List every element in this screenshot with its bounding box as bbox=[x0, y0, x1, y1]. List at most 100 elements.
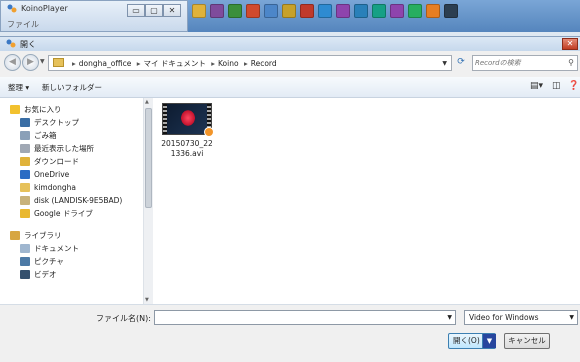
window-controls: ▭ ▢ ✕ bbox=[127, 4, 181, 17]
network-drive-icon bbox=[20, 195, 30, 205]
toolbar-icon-6[interactable] bbox=[282, 4, 296, 18]
scroll-up-icon[interactable]: ▲ bbox=[145, 99, 149, 105]
toolbar-icon-4[interactable] bbox=[246, 4, 260, 18]
nav-item-label: お気に入り bbox=[24, 104, 62, 114]
breadcrumb: ▸ dongha_office ▸ マイ ドキュメント ▸ Koino ▸ Record bbox=[72, 59, 277, 68]
toolbar-icons bbox=[192, 4, 458, 18]
nav-item-label: ピクチャ bbox=[34, 256, 64, 266]
folder-icon bbox=[20, 182, 30, 192]
videos-icon bbox=[20, 269, 30, 279]
view-options-icon[interactable]: ▤▾ bbox=[530, 81, 543, 91]
toolbar-icon-10[interactable] bbox=[354, 4, 368, 18]
dialog-logo-icon bbox=[6, 39, 16, 48]
dialog-titlebar: 開く ✕ bbox=[0, 37, 580, 51]
filename-field: ▼ bbox=[154, 310, 456, 325]
downloads-icon bbox=[20, 156, 30, 166]
star-icon bbox=[10, 104, 20, 114]
onedrive-icon bbox=[20, 169, 30, 179]
nav-item-label: kimdongha bbox=[34, 182, 76, 192]
search-input[interactable] bbox=[475, 57, 565, 69]
nav-item-downloads[interactable]: ダウンロード bbox=[20, 155, 79, 167]
toolbar-icon-11[interactable] bbox=[372, 4, 386, 18]
app-toolbar bbox=[188, 0, 580, 32]
help-icon[interactable]: ❓ bbox=[568, 81, 579, 91]
open-button[interactable]: 開く(O) ▼ bbox=[448, 333, 496, 349]
nav-item-label: ビデオ bbox=[34, 269, 57, 279]
toolbar-icon-9[interactable] bbox=[336, 4, 350, 18]
filename-label: ファイル名(N): bbox=[96, 314, 151, 323]
command-bar: 整理 ▾ 新しいフォルダー ▤▾ ◫ ❓ bbox=[0, 77, 580, 98]
address-dropdown-icon[interactable]: ▼ bbox=[442, 60, 447, 67]
nav-item-desktop[interactable]: デスクトップ bbox=[20, 116, 79, 128]
crumb-dongha-office[interactable]: dongha_office bbox=[79, 59, 132, 68]
minimize-button[interactable]: ▭ bbox=[127, 4, 145, 17]
close-app-button[interactable]: ✕ bbox=[163, 4, 181, 17]
dialog-title: 開く bbox=[20, 40, 36, 49]
maximize-button[interactable]: ▢ bbox=[145, 4, 163, 17]
new-folder-button[interactable]: 新しいフォルダー bbox=[42, 82, 102, 93]
nav-item-label: disk (LANDISK-9E5BAD) bbox=[34, 195, 123, 205]
nav-item-folder[interactable]: kimdongha bbox=[20, 181, 76, 193]
navigation-pane: お気に入りデスクトップ ごみ箱最近表示した場所 ダウンロード OneDrive kimd… bbox=[0, 98, 153, 304]
toolbar-icon-14[interactable] bbox=[426, 4, 440, 18]
nav-item-onedrive[interactable]: OneDrive bbox=[20, 168, 69, 180]
desktop-icon bbox=[20, 117, 30, 127]
toolbar-icon-13[interactable] bbox=[408, 4, 422, 18]
address-bar[interactable]: ▸ dongha_office ▸ マイ ドキュメント ▸ Koino ▸ Record… bbox=[48, 55, 452, 71]
play-badge-icon bbox=[204, 127, 214, 137]
toolbar-icon-7[interactable] bbox=[300, 4, 314, 18]
crumb-my-documents[interactable]: マイ ドキュメント bbox=[143, 59, 205, 68]
menu-file[interactable]: ファイル bbox=[7, 19, 39, 30]
nav-item-libraries[interactable]: ライブラリ bbox=[10, 229, 62, 241]
refresh-button[interactable]: ⟳ bbox=[454, 55, 468, 71]
libraries-icon bbox=[10, 230, 20, 240]
toolbar-icon-15[interactable] bbox=[444, 4, 458, 18]
nav-item-label: デスクトップ bbox=[34, 117, 79, 127]
nav-item-videos[interactable]: ビデオ bbox=[20, 268, 57, 280]
open-options-dropdown-icon[interactable]: ▼ bbox=[482, 334, 496, 348]
recent-pages-dropdown-icon[interactable]: ▼ bbox=[40, 58, 45, 65]
filetype-select[interactable]: Video for Windows ▼ bbox=[464, 310, 578, 325]
cancel-button[interactable]: キャンセル bbox=[504, 333, 550, 349]
nav-item-star[interactable]: お気に入り bbox=[10, 103, 62, 115]
app-logo-icon bbox=[7, 4, 17, 13]
nav-item-network-drive[interactable]: disk (LANDISK-9E5BAD) bbox=[20, 194, 122, 206]
forward-button[interactable]: ▶ bbox=[22, 54, 39, 71]
dialog-close-button[interactable]: ✕ bbox=[562, 38, 578, 50]
nav-item-label: ドキュメント bbox=[34, 243, 79, 253]
app-titlebar: KoinoPlayer ファイル ▭ ▢ ✕ bbox=[0, 0, 188, 32]
folder-icon bbox=[53, 58, 64, 67]
search-icon[interactable]: ⚲ bbox=[568, 58, 574, 67]
toolbar-icon-8[interactable] bbox=[318, 4, 332, 18]
back-button[interactable]: ◀ bbox=[4, 54, 21, 71]
nav-scrollbar[interactable]: ▲ ▼ bbox=[143, 98, 153, 304]
filename-input[interactable] bbox=[155, 311, 445, 322]
crumb-record[interactable]: Record bbox=[251, 59, 277, 68]
organize-button[interactable]: 整理 ▾ bbox=[8, 82, 29, 93]
file-item[interactable]: 20150730_221336.avi bbox=[161, 103, 214, 159]
video-file-icon bbox=[162, 103, 214, 137]
open-button-label: 開く(O) bbox=[453, 336, 480, 345]
toolbar-icon-5[interactable] bbox=[264, 4, 278, 18]
nav-item-google-drive[interactable]: Google ドライブ bbox=[20, 207, 93, 219]
documents-icon bbox=[20, 243, 30, 253]
filetype-value: Video for Windows bbox=[469, 313, 539, 322]
nav-item-pictures[interactable]: ピクチャ bbox=[20, 255, 64, 267]
filename-dropdown-icon[interactable]: ▼ bbox=[447, 314, 452, 321]
toolbar-icon-1[interactable] bbox=[192, 4, 206, 18]
toolbar-icon-12[interactable] bbox=[390, 4, 404, 18]
toolbar-icon-3[interactable] bbox=[228, 4, 242, 18]
address-row: ◀ ▶ ▼ ▸ dongha_office ▸ マイ ドキュメント ▸ Koino ▸… bbox=[0, 51, 580, 75]
scroll-thumb[interactable] bbox=[145, 108, 152, 208]
nav-item-label: ごみ箱 bbox=[34, 130, 57, 140]
recycle-bin-icon bbox=[20, 130, 30, 140]
nav-item-documents[interactable]: ドキュメント bbox=[20, 242, 79, 254]
preview-pane-icon[interactable]: ◫ bbox=[552, 81, 561, 91]
pictures-icon bbox=[20, 256, 30, 266]
nav-item-recycle-bin[interactable]: ごみ箱 bbox=[20, 129, 57, 141]
nav-item-recent-places[interactable]: 最近表示した場所 bbox=[20, 142, 94, 154]
toolbar-icon-2[interactable] bbox=[210, 4, 224, 18]
file-name: 20150730_221336.avi bbox=[161, 139, 213, 158]
scroll-down-icon[interactable]: ▼ bbox=[145, 297, 149, 303]
crumb-koino[interactable]: Koino bbox=[218, 59, 239, 68]
